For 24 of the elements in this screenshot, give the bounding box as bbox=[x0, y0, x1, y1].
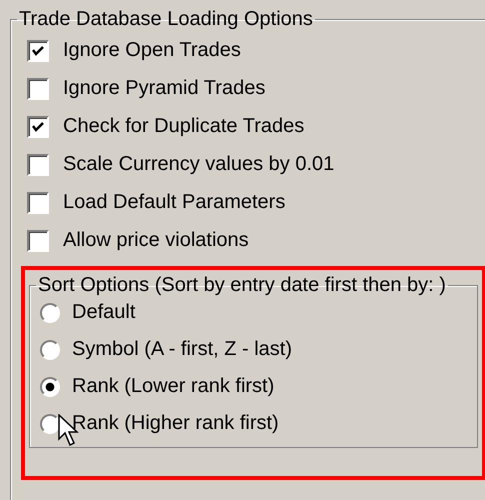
radio-button[interactable] bbox=[40, 340, 60, 360]
radio-button[interactable] bbox=[40, 414, 60, 434]
checkbox[interactable] bbox=[27, 116, 49, 138]
checkbox[interactable] bbox=[27, 40, 49, 62]
radio-button[interactable] bbox=[40, 302, 60, 322]
group-title: Sort Options (Sort by entry date first then by: ) bbox=[37, 274, 447, 297]
group-title: Trade Database Loading Options bbox=[18, 8, 314, 31]
checkbox-label[interactable]: Scale Currency values by 0.01 bbox=[63, 153, 334, 176]
checkbox-label[interactable]: Ignore Pyramid Trades bbox=[63, 77, 266, 100]
checkmark-icon bbox=[31, 44, 45, 58]
checkbox-label[interactable]: Allow price violations bbox=[63, 229, 249, 252]
checkbox-label[interactable]: Check for Duplicate Trades bbox=[63, 115, 304, 138]
checkbox[interactable] bbox=[27, 78, 49, 100]
radio-button[interactable] bbox=[40, 376, 60, 396]
checkbox[interactable] bbox=[27, 192, 49, 214]
radio-label[interactable]: Symbol (A - first, Z - last) bbox=[72, 338, 292, 361]
radio-label[interactable]: Rank (Lower rank first) bbox=[72, 375, 274, 398]
checkbox[interactable] bbox=[27, 230, 49, 252]
radio-label[interactable]: Rank (Higher rank first) bbox=[72, 412, 279, 435]
checkbox[interactable] bbox=[27, 154, 49, 176]
checkbox-label[interactable]: Load Default Parameters bbox=[63, 191, 286, 214]
checkmark-icon bbox=[31, 120, 45, 134]
radio-label[interactable]: Default bbox=[72, 301, 136, 324]
checkbox-label[interactable]: Ignore Open Trades bbox=[63, 39, 241, 62]
